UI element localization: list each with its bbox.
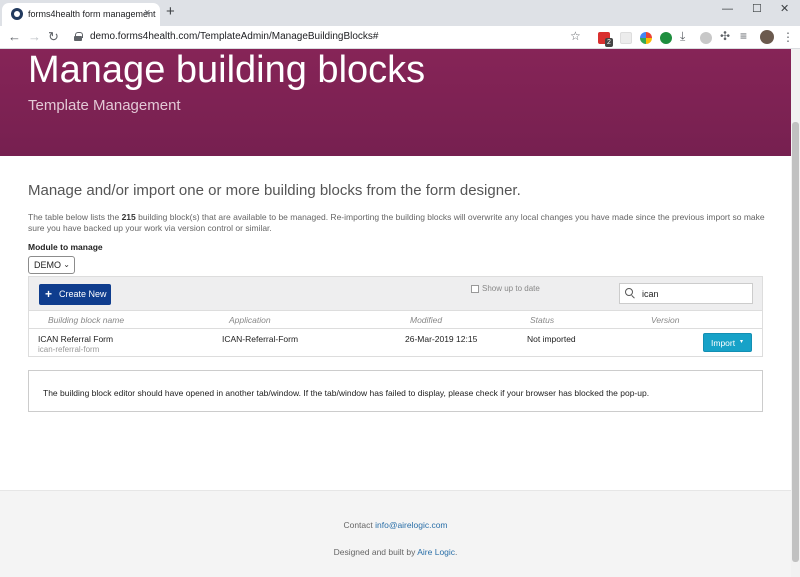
building-blocks-grid: + Create New Show up to date ican Buildi… [28,276,763,357]
building-block-count: 215 [121,212,136,222]
search-icon [625,288,635,298]
close-window-button[interactable]: ✕ [780,2,789,16]
column-header-status[interactable]: Status [530,315,554,325]
column-header-modified[interactable]: Modified [410,315,442,325]
import-label: Import [711,338,736,348]
table-row[interactable]: ICAN Referral Form ican-referral-form IC… [29,329,762,357]
import-button[interactable]: Import ▾ [703,333,752,352]
module-select[interactable]: DEMO ⌄ [28,256,75,274]
browser-toolbar: ← → ↻ demo.forms4health.com/TemplateAdmi… [0,26,800,49]
show-up-to-date-checkbox[interactable] [471,285,479,293]
grid-header-row: Building block name Application Modified… [29,311,762,329]
block-slug: ican-referral-form [38,345,100,354]
media-controls-icon[interactable]: ≡ [740,28,747,44]
footer-credits: Designed and built by Aire Logic. [333,547,458,557]
address-bar[interactable]: demo.forms4health.com/TemplateAdmin/Mana… [70,29,590,46]
extension-badge: 2 [605,38,613,47]
page-subtitle: Template Management [28,97,181,114]
grid-toolbar: + Create New Show up to date ican [29,277,762,311]
aire-logic-link[interactable]: Aire Logic [417,547,455,557]
column-header-name[interactable]: Building block name [48,315,124,325]
block-name: ICAN Referral Form [38,334,114,344]
profile-avatar[interactable] [760,30,774,44]
caret-down-icon: ▾ [740,339,744,345]
site-favicon-icon [11,8,23,20]
extension-blank-icon[interactable] [620,32,632,44]
reload-button[interactable]: ↻ [48,29,59,45]
forward-button[interactable]: → [28,29,41,45]
chevron-down-icon: ⌄ [63,260,70,269]
create-new-label: Create New [59,289,107,299]
page-footer: Contact info@airelogic.com Designed and … [0,490,791,577]
new-tab-button[interactable]: + [166,4,175,20]
block-status: Not imported [527,334,576,344]
extension-green-icon[interactable] [660,32,672,44]
tab-close-icon[interactable]: × [144,6,150,20]
browser-tab[interactable]: forms4health form management × [2,3,160,26]
back-button[interactable]: ← [8,29,21,45]
download-icon[interactable]: ⤓ [680,28,685,44]
search-input[interactable]: ican [619,283,753,304]
create-new-button[interactable]: + Create New [39,284,111,305]
page-scrollbar[interactable] [791,49,800,577]
description-text: The table below lists the 215 building b… [28,212,765,233]
plus-icon: + [45,287,53,301]
show-up-to-date-label: Show up to date [482,284,540,293]
extensions-puzzle-icon[interactable]: ✣ [720,28,730,44]
module-label: Module to manage [28,242,103,252]
extension-gray-icon[interactable] [700,32,712,44]
popup-notice: The building block editor should have op… [28,370,763,412]
restore-window-button[interactable]: ☐ [752,2,762,16]
popup-notice-text: The building block editor should have op… [43,388,650,398]
module-selected-value: DEMO [34,260,61,270]
url-text: demo.forms4health.com/TemplateAdmin/Mana… [90,31,379,42]
scrollbar-thumb[interactable] [792,122,799,562]
browser-menu-icon[interactable]: ⋮ [782,29,794,45]
block-modified: 26-Mar-2019 12:15 [405,334,478,344]
browser-tab-strip: forms4health form management × + — ☐ ✕ [0,0,800,26]
column-header-version[interactable]: Version [651,315,680,325]
minimize-window-button[interactable]: — [722,2,733,16]
contact-email-link[interactable]: info@airelogic.com [375,520,447,530]
column-header-application[interactable]: Application [229,315,271,325]
page-viewport: Manage building blocks Template Manageme… [0,49,791,577]
extension-color-icon[interactable] [640,32,652,44]
tab-title: forms4health form management [28,9,156,19]
page-title: Manage building blocks [28,49,426,91]
bookmark-star-icon[interactable]: ☆ [570,29,581,43]
lock-icon[interactable] [74,32,83,41]
page-header-banner: Manage building blocks Template Manageme… [0,49,791,156]
footer-contact: Contact info@airelogic.com [343,520,448,530]
search-value: ican [642,289,659,299]
intro-heading: Manage and/or import one or more buildin… [28,182,521,199]
block-application: ICAN-Referral-Form [222,334,299,344]
